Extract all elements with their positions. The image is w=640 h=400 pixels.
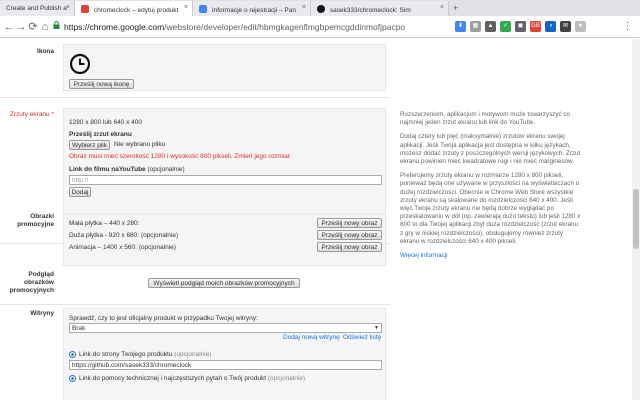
download-extension-icon[interactable]: ⬇ <box>455 21 466 32</box>
lock-icon[interactable] <box>53 21 60 31</box>
youtube-url-input[interactable]: http:// <box>69 175 382 185</box>
section-divider <box>0 304 390 305</box>
add-website-link[interactable]: Dodaj nową witrynę <box>283 334 340 341</box>
tab-create-publish[interactable]: Create and Publish a × <box>0 1 75 16</box>
upload-large-tile-button[interactable]: Prześlij nowy obraz <box>317 230 382 240</box>
screenshot-help-text: Rozszerzeniom, aplikacjom i motywom może… <box>400 111 582 260</box>
preview-promo-button[interactable]: Wyświetl podgląd moich obrazków promocyj… <box>148 278 300 288</box>
gb-extension-icon[interactable]: GB <box>530 21 541 32</box>
grid-extension-icon[interactable]: ▦ <box>470 21 481 32</box>
developer-dashboard-page: Ikona Prześlij nową ikonę Zrzuty ekranu … <box>0 39 640 400</box>
tab-strip: Create and Publish a × chromeclock – edy… <box>0 0 640 16</box>
promo-preview-label: Podgląd obrazków promocyjnych <box>9 271 54 294</box>
promo-images-panel: Mała płytka – 440 x 280: Prześlij nowy o… <box>63 213 386 266</box>
refresh-list-link[interactable]: Odśwież listę <box>343 334 381 341</box>
official-product-prompt: Sprawdź, czy to jest oficjalny produkt w… <box>69 315 258 322</box>
youtube-label: Link do filmu naYouTube (opcjonalnie) <box>69 166 185 173</box>
webstore-favicon-icon <box>81 5 89 13</box>
website-select[interactable]: Brak ▼ <box>69 323 382 333</box>
browser-toolbar: ← → ⟳ ⌂ https://chrome.google.com/websto… <box>0 16 640 38</box>
google-favicon-icon <box>199 5 207 13</box>
check-extension-icon[interactable]: ✓ <box>500 21 511 32</box>
drive-extension-icon[interactable]: ▲ <box>485 21 496 32</box>
support-link-label: Link do pomocy technicznej i najczęstszy… <box>79 375 306 382</box>
product-link-input[interactable]: https://github.com/sasek333/chromeclock <box>69 360 382 370</box>
tab-close-icon[interactable]: × <box>440 4 444 11</box>
add-youtube-button[interactable]: Dodaj <box>69 187 91 197</box>
product-link-label: Link do strony Twojego produktu (opcjona… <box>79 351 212 358</box>
screenshot-sizes: 1280 x 800 lub 640 x 400 <box>69 119 143 126</box>
screenshots-label: Zrzuty ekranu * <box>9 111 54 118</box>
no-file-chosen: Nie wybrano pliku <box>114 141 166 148</box>
star-extension-icon[interactable]: ★ <box>575 21 586 32</box>
address-bar[interactable]: https://chrome.google.com/webstore/devel… <box>64 22 405 32</box>
square-extension-icon[interactable]: ◼ <box>515 21 526 32</box>
icon-section-label: Ikona <box>37 48 54 55</box>
upload-icon-button[interactable]: Prześlij nową ikonę <box>69 79 134 89</box>
tab-close-icon[interactable]: × <box>184 4 188 11</box>
promo-large-tile: Duża płytka - 920 x 680: (opcjonalnie) <box>69 232 179 239</box>
home-icon[interactable]: ⌂ <box>38 20 52 34</box>
github-favicon-icon <box>317 5 325 13</box>
select-arrow-icon: ▼ <box>374 325 379 331</box>
choose-file-button[interactable]: Wybierz plik <box>69 140 110 150</box>
websites-label: Witryny <box>30 310 54 317</box>
tab-close-icon[interactable]: × <box>302 4 306 11</box>
websites-panel: Sprawdź, czy to jest oficjalny produkt w… <box>63 308 386 400</box>
more-info-link[interactable]: Więcej informacji <box>400 252 582 260</box>
clock-icon <box>69 53 91 77</box>
screenshot-error: Obraz musi mieć szerokość 1280 i wysokoś… <box>69 153 292 160</box>
menu-icon[interactable]: ⋮ <box>622 21 633 32</box>
promo-small-tile: Mała płytka – 440 x 280: <box>69 220 140 227</box>
circle-extension-icon[interactable]: ◑ <box>545 21 556 32</box>
promo-marquee: Animacja – 1400 x 560: (opcjonalnie) <box>69 244 176 251</box>
page-scrollbar[interactable] <box>632 39 640 400</box>
upload-screenshot-title: Prześlij zrzut ekranu <box>69 131 132 138</box>
globe-icon <box>69 351 76 358</box>
tab-registration-info[interactable]: Informacje o rejestracji – Pan × <box>193 1 311 16</box>
promo-images-label: Obrazki promocyjne <box>17 213 54 228</box>
upload-small-tile-button[interactable]: Prześlij nowy obraz <box>317 218 382 228</box>
tab-close-icon[interactable]: × <box>66 4 70 11</box>
scrollbar-thumb[interactable] <box>633 189 639 249</box>
tab-chromeclock-edit[interactable]: chromeclock – edytuj produkt × <box>75 1 193 16</box>
icon-panel: Prześlij nową ikonę <box>63 44 386 91</box>
globe-icon <box>69 375 76 382</box>
new-tab-icon[interactable]: + <box>453 3 463 13</box>
mail-extension-icon[interactable]: ✉ <box>560 21 571 32</box>
tab-github-chromeclock[interactable]: sasek333/chromeclock: Sim × <box>311 1 449 16</box>
section-divider <box>0 97 390 98</box>
upload-marquee-button[interactable]: Prześlij nowy obraz <box>317 242 382 252</box>
